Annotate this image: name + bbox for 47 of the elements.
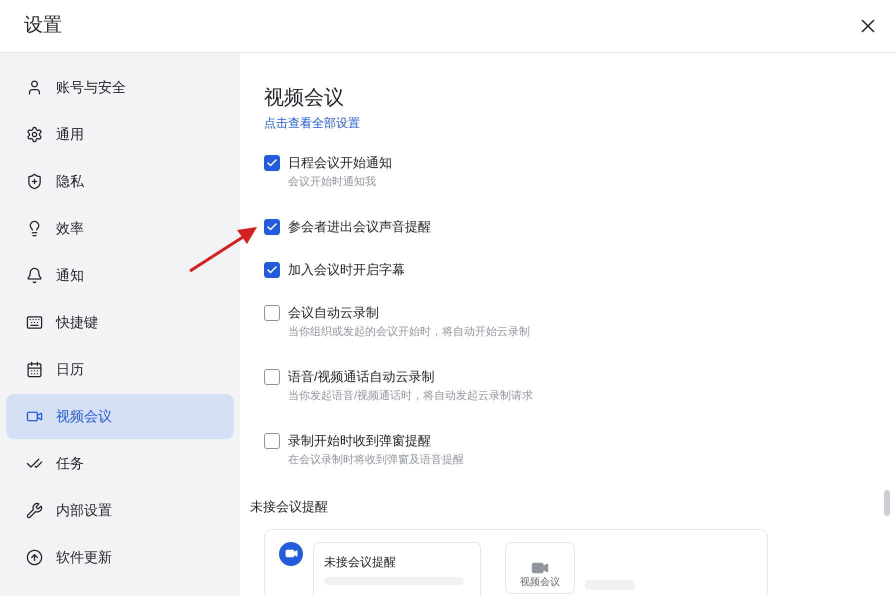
sidebar-item[interactable]: 日历 (6, 347, 234, 392)
bell-icon (26, 267, 43, 284)
option-label: 录制开始时收到弹窗提醒 (288, 432, 432, 450)
option-label: 语音/视频通话自动云录制 (288, 368, 436, 386)
sidebar-item[interactable]: 内部设置 (6, 488, 234, 533)
checkbox[interactable] (264, 219, 280, 235)
option-description: 会议开始时通知我 (288, 174, 377, 190)
option-description: 当你组织或发起的会议开始时，将自动开始云录制 (288, 325, 530, 340)
sidebar-item[interactable]: 效率 (6, 206, 234, 251)
up-arrow-circle-icon (26, 549, 43, 566)
checkmark-icon (266, 264, 278, 276)
sidebar-item[interactable]: 账号与安全 (6, 65, 234, 110)
keyboard-icon (26, 314, 43, 331)
app-label: 视频会议 (520, 576, 560, 588)
sidebar-item[interactable]: 快捷键 (6, 300, 234, 345)
view-all-settings-link[interactable]: 点击查看全部设置 (264, 116, 360, 130)
option-label: 加入会议时开启字幕 (288, 261, 405, 279)
sidebar-item[interactable]: 软件更新 (6, 535, 234, 580)
arrow-drawing (188, 224, 258, 274)
checkbox[interactable] (264, 155, 280, 171)
sidebar-item[interactable]: 隐私 (6, 159, 234, 204)
sidebar-item[interactable]: 通用 (6, 112, 234, 157)
checkmark-icon (266, 157, 278, 169)
scrollbar-thumb[interactable] (884, 490, 890, 516)
settings-icon (26, 126, 43, 143)
sidebar-item[interactable]: 通知 (6, 253, 234, 298)
checkbox[interactable] (264, 433, 280, 449)
option-label: 会议自动云录制 (288, 304, 380, 322)
section-title: 视频会议 (264, 86, 345, 111)
option-description: 在会议录制时将收到弹窗及语音提醒 (288, 452, 464, 468)
subsection-title: 未接会议提醒 (250, 498, 328, 516)
option-label: 日程会议开始通知 (288, 154, 392, 172)
option-description: 当你发起语音/视频通话时，将自动发起云录制请求 (288, 388, 534, 404)
checkbox[interactable] (264, 305, 280, 321)
wrench-icon (26, 502, 43, 519)
preview-title: 未接会议提醒 (324, 554, 397, 570)
sidebar-item[interactable]: 任务 (6, 441, 234, 486)
checkbox[interactable] (264, 262, 280, 278)
checkbox[interactable] (264, 369, 280, 385)
checkmark-icon (266, 221, 278, 233)
option-label: 参会者进出会议声音提醒 (288, 218, 431, 236)
video-camera-icon (279, 542, 303, 566)
shield-icon (26, 173, 43, 190)
sidebar-item[interactable]: 视频会议 (6, 394, 234, 439)
calendar-icon (26, 361, 43, 378)
user-icon (26, 79, 43, 96)
window-title: 设置 (24, 14, 62, 38)
